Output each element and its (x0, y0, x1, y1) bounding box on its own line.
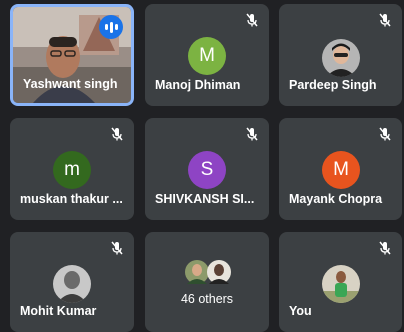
avatar-photo (322, 39, 360, 77)
participant-tile-manoj-dhiman[interactable]: M Manoj Dhiman (145, 4, 269, 106)
mic-off-icon (379, 241, 391, 255)
avatar: M (322, 151, 360, 189)
others-avatars (185, 260, 231, 284)
mic-off-icon (111, 241, 123, 255)
avatar-photo (53, 265, 91, 303)
participant-name: Mohit Kumar (20, 304, 97, 318)
participant-tile-you[interactable]: You (279, 232, 402, 332)
participant-name: Mayank Chopra (289, 192, 383, 206)
participant-tile-mayank-chopra[interactable]: M Mayank Chopra (279, 118, 402, 220)
participant-tile-pardeep-singh[interactable]: Pardeep Singh (279, 4, 402, 106)
participant-tile-mohit-kumar[interactable]: Mohit Kumar (10, 232, 134, 332)
speaking-indicator-icon (99, 15, 123, 39)
mic-off-icon (111, 127, 123, 141)
participant-tile-shivkansh[interactable]: S SHIVKANSH SI... (145, 118, 269, 220)
avatar-photo (322, 265, 360, 303)
participant-name: Yashwant singh (23, 77, 118, 91)
participant-tile-yashwant-singh[interactable]: Yashwant singh (10, 4, 134, 106)
mic-off-icon (246, 13, 258, 27)
participant-name: Pardeep Singh (289, 78, 377, 92)
participant-name: muskan thakur ... (20, 192, 123, 206)
avatar: S (188, 151, 226, 189)
avatar: M (188, 37, 226, 75)
others-count: 46 others (180, 292, 234, 306)
mic-off-icon (379, 13, 391, 27)
mic-off-icon (246, 127, 258, 141)
mic-off-icon (379, 127, 391, 141)
participant-name: You (289, 304, 312, 318)
participant-name: Manoj Dhiman (155, 78, 241, 92)
others-tile[interactable]: 46 others (145, 232, 269, 332)
participant-name: SHIVKANSH SI... (155, 192, 255, 206)
avatar: m (53, 151, 91, 189)
participant-tile-muskan-thakur[interactable]: m muskan thakur ... (10, 118, 134, 220)
